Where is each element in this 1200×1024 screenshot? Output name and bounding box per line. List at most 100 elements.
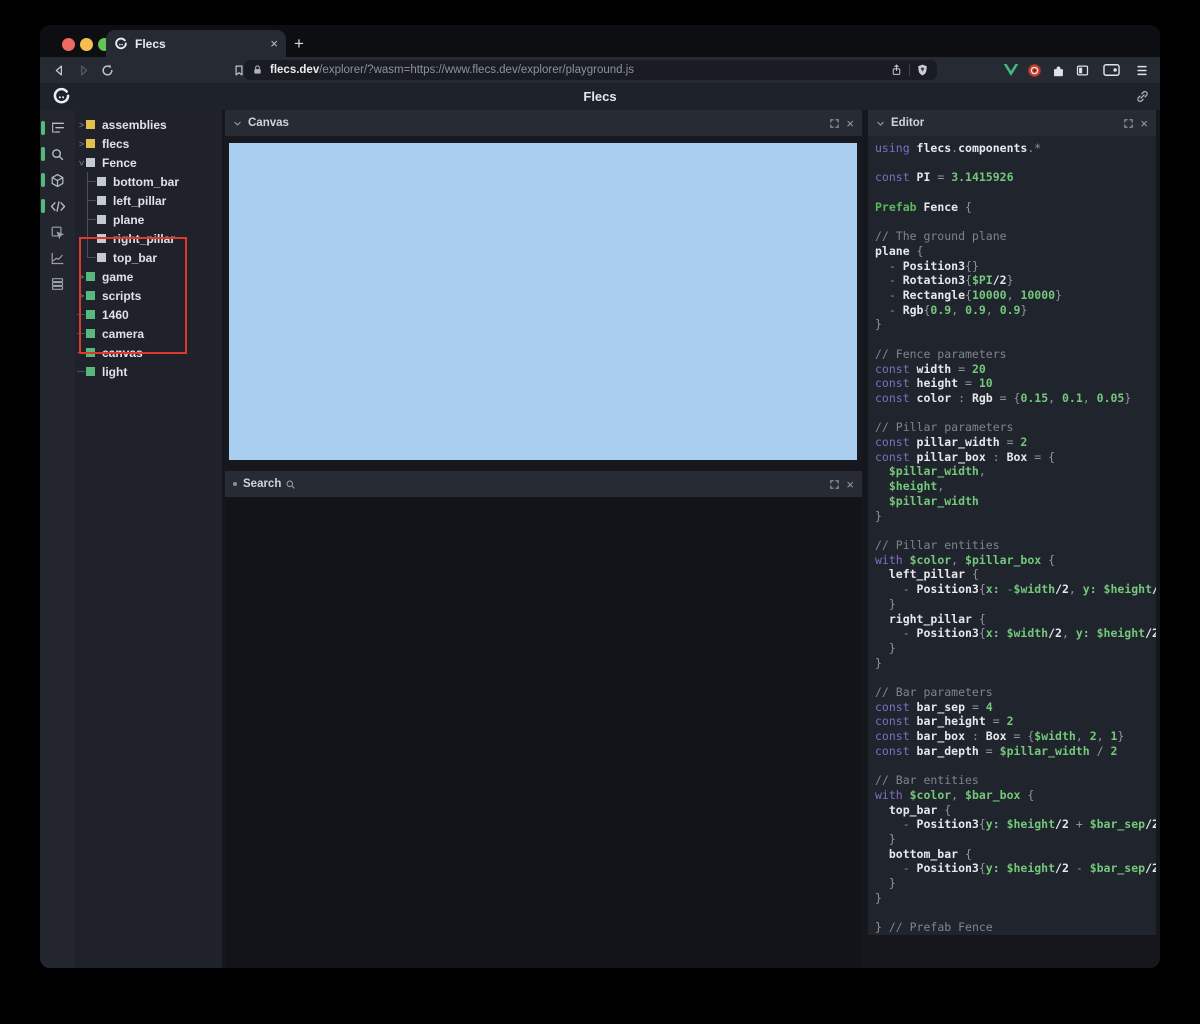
- code-line: // Bar parameters: [875, 685, 993, 700]
- code-line: // Bar entities: [875, 773, 979, 788]
- tree-item-light[interactable]: light: [75, 362, 222, 381]
- minimize-window-button[interactable]: [80, 38, 93, 51]
- search-panel-body[interactable]: [225, 497, 862, 968]
- entity-square-icon: [97, 234, 106, 243]
- entity-square-icon: [86, 272, 95, 281]
- tree-item-label: flecs: [102, 136, 130, 151]
- close-icon[interactable]: ×: [1140, 116, 1148, 131]
- code-icon[interactable]: [40, 193, 75, 219]
- code-line: plane {: [875, 243, 924, 258]
- 3d-viewport[interactable]: [229, 143, 857, 460]
- code-line: }: [875, 876, 896, 891]
- share-icon[interactable]: [890, 63, 903, 77]
- search-icon[interactable]: [40, 141, 75, 167]
- entity-square-icon: [97, 215, 106, 224]
- canvas-panel-body: [225, 136, 862, 463]
- forward-button[interactable]: [76, 63, 91, 78]
- tree-item-camera[interactable]: camera: [75, 324, 222, 343]
- close-window-button[interactable]: [62, 38, 75, 51]
- chevron-collapsed-icon[interactable]: >: [77, 272, 86, 282]
- code-line: with $color, $bar_box {: [875, 787, 1035, 802]
- search-panel-header[interactable]: Search ×: [225, 471, 862, 497]
- code-line: - Position3{}: [875, 258, 979, 273]
- chevron-expanded-icon[interactable]: >: [77, 158, 87, 167]
- reload-button[interactable]: [100, 63, 115, 78]
- close-icon[interactable]: ×: [846, 116, 854, 131]
- code-line: top_bar {: [875, 802, 952, 817]
- code-line: const bar_sep = 4: [875, 699, 993, 714]
- tree-outline-icon[interactable]: [40, 115, 75, 141]
- back-button[interactable]: [52, 63, 67, 78]
- tree-item-label: top_bar: [113, 250, 158, 265]
- menu-icon[interactable]: [1135, 57, 1149, 83]
- brave-shield-icon[interactable]: [916, 63, 929, 77]
- tree-item-left_pillar[interactable]: left_pillar: [75, 191, 222, 210]
- link-icon[interactable]: [1135, 89, 1150, 104]
- code-line: bottom_bar {: [875, 846, 972, 861]
- tree-connector: [77, 191, 97, 210]
- tree-item-bottom_bar[interactable]: bottom_bar: [75, 172, 222, 191]
- entity-square-icon: [97, 177, 106, 186]
- new-tab-button[interactable]: +: [294, 30, 304, 57]
- tree-item-label: Fence: [102, 155, 137, 170]
- close-icon[interactable]: ×: [846, 477, 854, 492]
- editor-panel-header[interactable]: Editor ×: [868, 110, 1156, 136]
- tree-item-label: game: [102, 269, 134, 284]
- fullscreen-icon[interactable]: [829, 479, 840, 490]
- inspector-icon[interactable]: [40, 219, 75, 245]
- tree-item-top_bar[interactable]: top_bar: [75, 248, 222, 267]
- tree-item-flecs[interactable]: > flecs: [75, 134, 222, 153]
- sidebar-toggle-icon[interactable]: [1075, 57, 1090, 83]
- code-line: - Rectangle{10000, 10000}: [875, 288, 1062, 303]
- wallet-card-icon[interactable]: [1103, 57, 1120, 83]
- tree-item-game[interactable]: > game: [75, 267, 222, 286]
- fullscreen-icon[interactable]: [829, 118, 840, 129]
- tree-item-plane[interactable]: plane: [75, 210, 222, 229]
- code-line: const width = 20: [875, 361, 986, 376]
- code-line: // Fence parameters: [875, 346, 1007, 361]
- code-line: }: [875, 890, 882, 905]
- tree-item-Fence[interactable]: > Fence: [75, 153, 222, 172]
- tree-item-right_pillar[interactable]: right_pillar: [75, 229, 222, 248]
- left-icon-sidebar: [40, 110, 75, 968]
- tree-item-canvas[interactable]: canvas: [75, 343, 222, 362]
- main-content: > assemblies > flecs > Fence bottom_bar left_pi…: [40, 110, 1160, 968]
- bullet-icon: [233, 482, 237, 486]
- magnifier-icon: [285, 479, 296, 490]
- url-bar[interactable]: flecs.dev/explorer/?wasm=https://www.fle…: [244, 60, 937, 80]
- browser-window: Flecs × + flecs.dev/explorer/?wasm=https…: [40, 25, 1160, 968]
- browser-tab-bar: Flecs × +: [40, 25, 1160, 57]
- browser-tab[interactable]: Flecs ×: [106, 30, 286, 57]
- cube-icon[interactable]: [40, 167, 75, 193]
- code-editor[interactable]: using flecs.components.* const PI = 3.14…: [868, 136, 1156, 935]
- code-line: right_pillar {: [875, 611, 986, 626]
- entity-square-icon: [97, 196, 106, 205]
- chevron-down-icon[interactable]: [233, 119, 242, 128]
- leaf-dash-icon: [77, 343, 86, 362]
- fullscreen-icon[interactable]: [1123, 118, 1134, 129]
- tree-item-assemblies[interactable]: > assemblies: [75, 115, 222, 134]
- code-line: }: [875, 508, 882, 523]
- tree-item-1460[interactable]: 1460: [75, 305, 222, 324]
- url-text: flecs.dev/explorer/?wasm=https://www.fle…: [270, 64, 635, 76]
- chevron-collapsed-icon[interactable]: >: [77, 291, 86, 301]
- canvas-panel-header[interactable]: Canvas ×: [225, 110, 862, 136]
- chevron-collapsed-icon[interactable]: >: [77, 120, 86, 130]
- code-line: // Pillar entities: [875, 537, 1000, 552]
- chevron-collapsed-icon[interactable]: >: [77, 139, 86, 149]
- extensions-puzzle-icon[interactable]: [1051, 57, 1066, 83]
- tab-close-icon[interactable]: ×: [270, 36, 278, 51]
- chevron-down-icon[interactable]: [876, 119, 885, 128]
- chart-icon[interactable]: [40, 245, 75, 271]
- tree-item-scripts[interactable]: > scripts: [75, 286, 222, 305]
- stats-icon[interactable]: [40, 271, 75, 297]
- vue-devtools-extension-icon[interactable]: [1003, 57, 1019, 83]
- code-line: }: [875, 596, 896, 611]
- canvas-panel-title: Canvas: [248, 117, 289, 129]
- tree-connector: [77, 210, 97, 229]
- code-line: - Position3{x: -$width/2, y: $height/2}: [875, 582, 1156, 597]
- red-extension-icon[interactable]: [1027, 57, 1042, 83]
